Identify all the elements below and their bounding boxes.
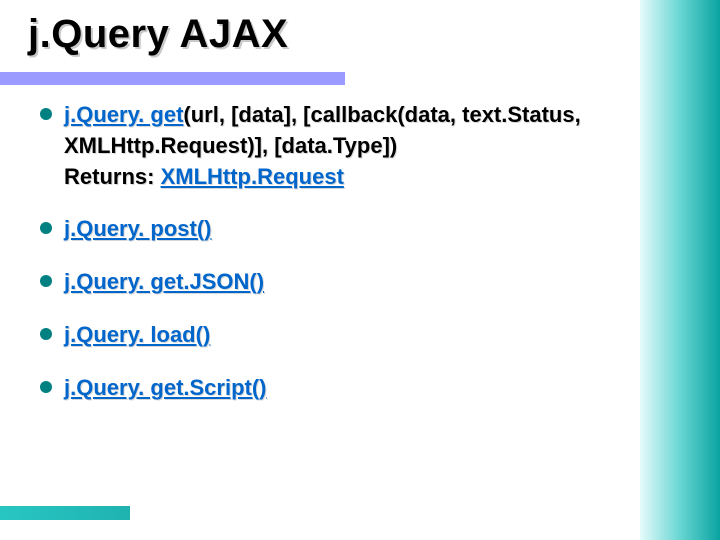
- item-text: j.Query. post(): [64, 214, 212, 245]
- bullet-icon: [40, 222, 52, 234]
- list-item: j.Query. get.JSON(): [40, 267, 630, 298]
- link-jquery-post[interactable]: j.Query. post(): [64, 216, 212, 241]
- content-area: j.Query. get(url, [data], [callback(data…: [40, 100, 630, 426]
- list-item: j.Query. post(): [40, 214, 630, 245]
- item-text: j.Query. load(): [64, 320, 210, 351]
- slide: j.Query AJAX j.Query. get(url, [data], […: [0, 0, 720, 540]
- slide-sidebar: [640, 0, 720, 540]
- bullet-icon: [40, 275, 52, 287]
- title-underline: [0, 72, 345, 85]
- list-item: j.Query. get(url, [data], [callback(data…: [40, 100, 630, 192]
- bullet-icon: [40, 328, 52, 340]
- link-jquery-get[interactable]: j.Query. get: [64, 102, 183, 127]
- link-jquery-getscript[interactable]: j.Query. get.Script(): [64, 375, 267, 400]
- item-text: j.Query. get.JSON(): [64, 267, 264, 298]
- slide-title: j.Query AJAX: [28, 12, 288, 57]
- link-xmlhttprequest[interactable]: XMLHttp.Request: [161, 164, 344, 189]
- slide-footer-bar: [0, 506, 130, 520]
- bullet-icon: [40, 381, 52, 393]
- link-jquery-load[interactable]: j.Query. load(): [64, 322, 210, 347]
- item-text: j.Query. get.Script(): [64, 373, 267, 404]
- list-item: j.Query. load(): [40, 320, 630, 351]
- link-jquery-getjson[interactable]: j.Query. get.JSON(): [64, 269, 264, 294]
- bullet-icon: [40, 108, 52, 120]
- item-text: j.Query. get(url, [data], [callback(data…: [64, 100, 630, 192]
- item-plain: Returns:: [64, 164, 161, 189]
- list-item: j.Query. get.Script(): [40, 373, 630, 404]
